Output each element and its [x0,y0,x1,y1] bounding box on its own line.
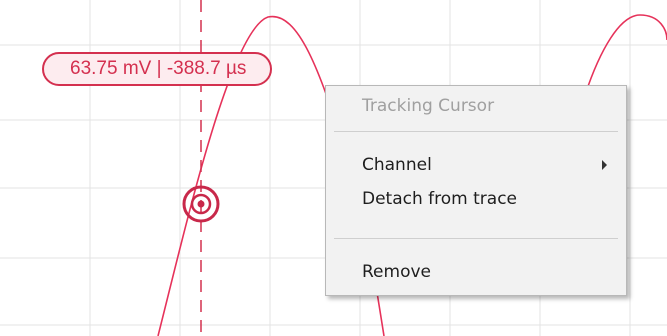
chevron-right-icon [602,160,607,170]
context-menu: Tracking Cursor Channel Detach from trac… [325,85,627,296]
target-marker-icon[interactable] [182,185,220,223]
menu-separator [334,131,618,132]
menu-item-label: Detach from trace [362,189,518,209]
menu-header-tracking-cursor: Tracking Cursor [362,96,495,116]
menu-item-detach-from-trace[interactable]: Detach from trace [326,185,626,213]
menu-item-remove[interactable]: Remove [326,258,626,286]
menu-item-label: Channel [362,155,432,175]
menu-separator [334,238,618,239]
oscilloscope-view: 63.75 mV | -388.7 µs Tracking Cursor Cha… [0,0,667,336]
menu-item-label: Remove [362,262,431,282]
cursor-readout-label: 63.75 mV | -388.7 µs [42,52,273,86]
menu-item-channel[interactable]: Channel [326,151,626,179]
